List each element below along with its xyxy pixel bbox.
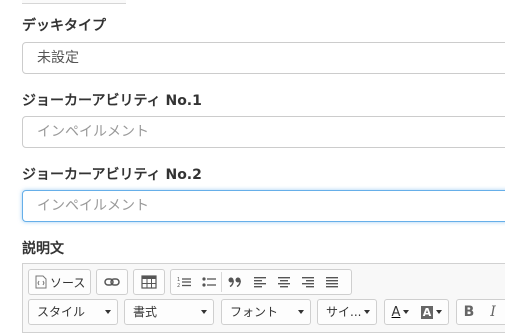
align-right-icon — [302, 276, 314, 287]
bulleted-list-icon — [202, 277, 216, 287]
align-center-button[interactable] — [272, 270, 296, 294]
link-button[interactable] — [96, 269, 128, 295]
chevron-down-icon — [298, 310, 304, 314]
size-select[interactable]: サイ... — [317, 299, 377, 325]
align-left-button[interactable] — [248, 270, 272, 294]
blockquote-button[interactable] — [222, 270, 248, 294]
joker-ability-1-label: ジョーカーアビリティ No.1 — [22, 93, 202, 109]
joker-ability-2-input[interactable] — [22, 190, 505, 222]
chevron-down-icon — [436, 310, 443, 314]
align-justify-icon — [326, 276, 338, 287]
italic-button[interactable]: I — [481, 300, 505, 324]
quote-icon — [228, 277, 242, 287]
color-button-group: A A — [384, 299, 449, 325]
description-label: 説明文 — [22, 241, 64, 257]
chevron-down-icon — [201, 310, 207, 314]
align-justify-button[interactable] — [320, 270, 344, 294]
deck-type-label: デッキタイプ — [22, 18, 106, 34]
joker-ability-2-label: ジョーカーアビリティ No.2 — [22, 167, 202, 183]
align-left-icon — [254, 276, 266, 287]
size-select-label: サイ... — [326, 305, 362, 319]
align-center-icon — [278, 276, 290, 287]
font-select[interactable]: フォント — [221, 299, 311, 325]
tab-indicator — [22, 0, 126, 4]
format-select-label: 書式 — [133, 305, 158, 319]
text-style-group: B I — [456, 299, 505, 325]
link-icon — [104, 278, 120, 286]
source-label: ソース — [50, 275, 86, 290]
background-color-button[interactable]: A — [416, 300, 447, 324]
font-color-button[interactable]: A — [385, 300, 416, 324]
source-button[interactable]: ソース — [28, 269, 91, 295]
font-select-label: フォント — [230, 305, 279, 319]
background-color-icon: A — [420, 305, 434, 319]
bold-button[interactable]: B — [457, 300, 481, 324]
chevron-down-icon — [403, 310, 410, 314]
align-right-button[interactable] — [296, 270, 320, 294]
style-select[interactable]: スタイル — [28, 299, 118, 325]
table-button[interactable] — [133, 269, 165, 295]
bulleted-list-button[interactable] — [197, 270, 221, 294]
numbered-list-button[interactable]: 1 2 — [171, 270, 197, 294]
chevron-down-icon — [364, 310, 370, 314]
source-icon — [35, 275, 47, 289]
format-select[interactable]: 書式 — [124, 299, 214, 325]
chevron-down-icon — [105, 310, 111, 314]
format-button-group: 1 2 — [170, 269, 352, 295]
table-icon — [141, 275, 157, 289]
font-color-icon: A — [391, 304, 401, 320]
style-select-label: スタイル — [37, 305, 86, 319]
deck-type-select[interactable]: 未設定 — [22, 42, 505, 74]
joker-ability-1-input[interactable] — [22, 116, 505, 148]
numbered-list-icon: 1 2 — [177, 277, 191, 288]
svg-text:2: 2 — [177, 283, 180, 288]
